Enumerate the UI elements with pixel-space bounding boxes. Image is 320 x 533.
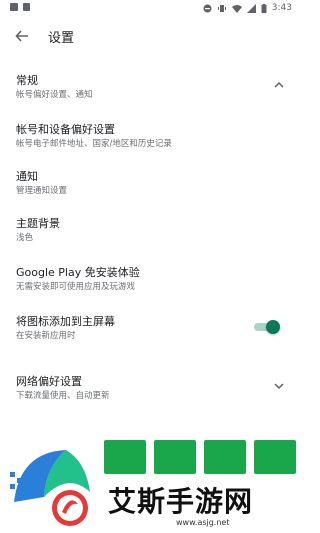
settings-item-add-icon[interactable]: 将图标添加到主屏幕 在安装新应用时: [0, 313, 300, 343]
settings-item-subtitle: 下载流量使用、自动更新: [16, 391, 110, 401]
green-block: [104, 440, 146, 474]
add-icon-toggle[interactable]: [252, 320, 280, 334]
settings-item-instant-apps[interactable]: Google Play 免安装体验 无需安装即可使用应用及玩游戏: [0, 264, 300, 294]
settings-item-title: 帐号和设备偏好设置: [16, 123, 115, 136]
notification-icon: [23, 3, 30, 11]
site-url: www.asjg.net: [176, 518, 230, 527]
green-block: [254, 440, 296, 474]
notification-icon: [10, 3, 18, 11]
site-name: 艾斯手游网: [108, 485, 254, 518]
chevron-up-icon[interactable]: [272, 78, 286, 92]
settings-item-network[interactable]: 网络偏好设置 下载流量使用、自动更新: [0, 373, 300, 403]
logo-graphic: [10, 450, 90, 526]
settings-item-subtitle: 帐号偏好设置、通知: [16, 90, 93, 100]
do-not-disturb-icon: [203, 4, 212, 12]
settings-item-theme[interactable]: 主题背景 浅色: [0, 215, 300, 245]
chevron-down-icon[interactable]: [272, 379, 286, 393]
site-logo: [6, 442, 94, 528]
settings-item-subtitle: 无需安装即可使用应用及玩游戏: [16, 282, 136, 292]
settings-item-notifications[interactable]: 通知 管理通知设置: [0, 168, 300, 198]
back-button[interactable]: [12, 26, 32, 46]
settings-item-title: Google Play 免安装体验: [16, 266, 140, 279]
app-toolbar: 设置: [0, 20, 300, 52]
settings-item-account[interactable]: 帐号和设备偏好设置 帐号电子邮件地址、国家/地区和历史记录: [0, 121, 300, 151]
status-right: 3:43: [203, 3, 292, 13]
status-bar: 3:43: [0, 0, 300, 20]
settings-item-subtitle: 管理通知设置: [16, 186, 68, 196]
settings-item-title: 将图标添加到主屏幕: [16, 315, 115, 328]
green-block: [204, 440, 246, 474]
vibrate-icon: [217, 4, 226, 12]
arrow-back-icon: [15, 30, 28, 42]
wifi-icon: [231, 4, 242, 13]
green-block: [154, 440, 196, 474]
watermark-banner: 艾斯手游网 www.asjg.net: [0, 420, 300, 533]
settings-item-subtitle: 帐号电子邮件地址、国家/地区和历史记录: [16, 139, 172, 149]
settings-item-title: 通知: [16, 170, 38, 183]
banner-green-strip: [104, 440, 300, 474]
signal-icon: [246, 3, 256, 13]
status-time: 3:43: [271, 3, 292, 13]
settings-item-title: 网络偏好设置: [16, 375, 82, 388]
status-left: [10, 3, 30, 11]
settings-item-title: 常规: [16, 74, 38, 87]
page-title: 设置: [48, 31, 75, 46]
settings-item-general[interactable]: 常规 帐号偏好设置、通知: [0, 72, 300, 102]
settings-item-title: 主题背景: [16, 217, 60, 230]
battery-icon: [261, 3, 267, 13]
settings-item-subtitle: 在安装新应用时: [16, 331, 76, 341]
settings-item-subtitle: 浅色: [16, 233, 34, 243]
toggle-knob: [266, 320, 280, 334]
